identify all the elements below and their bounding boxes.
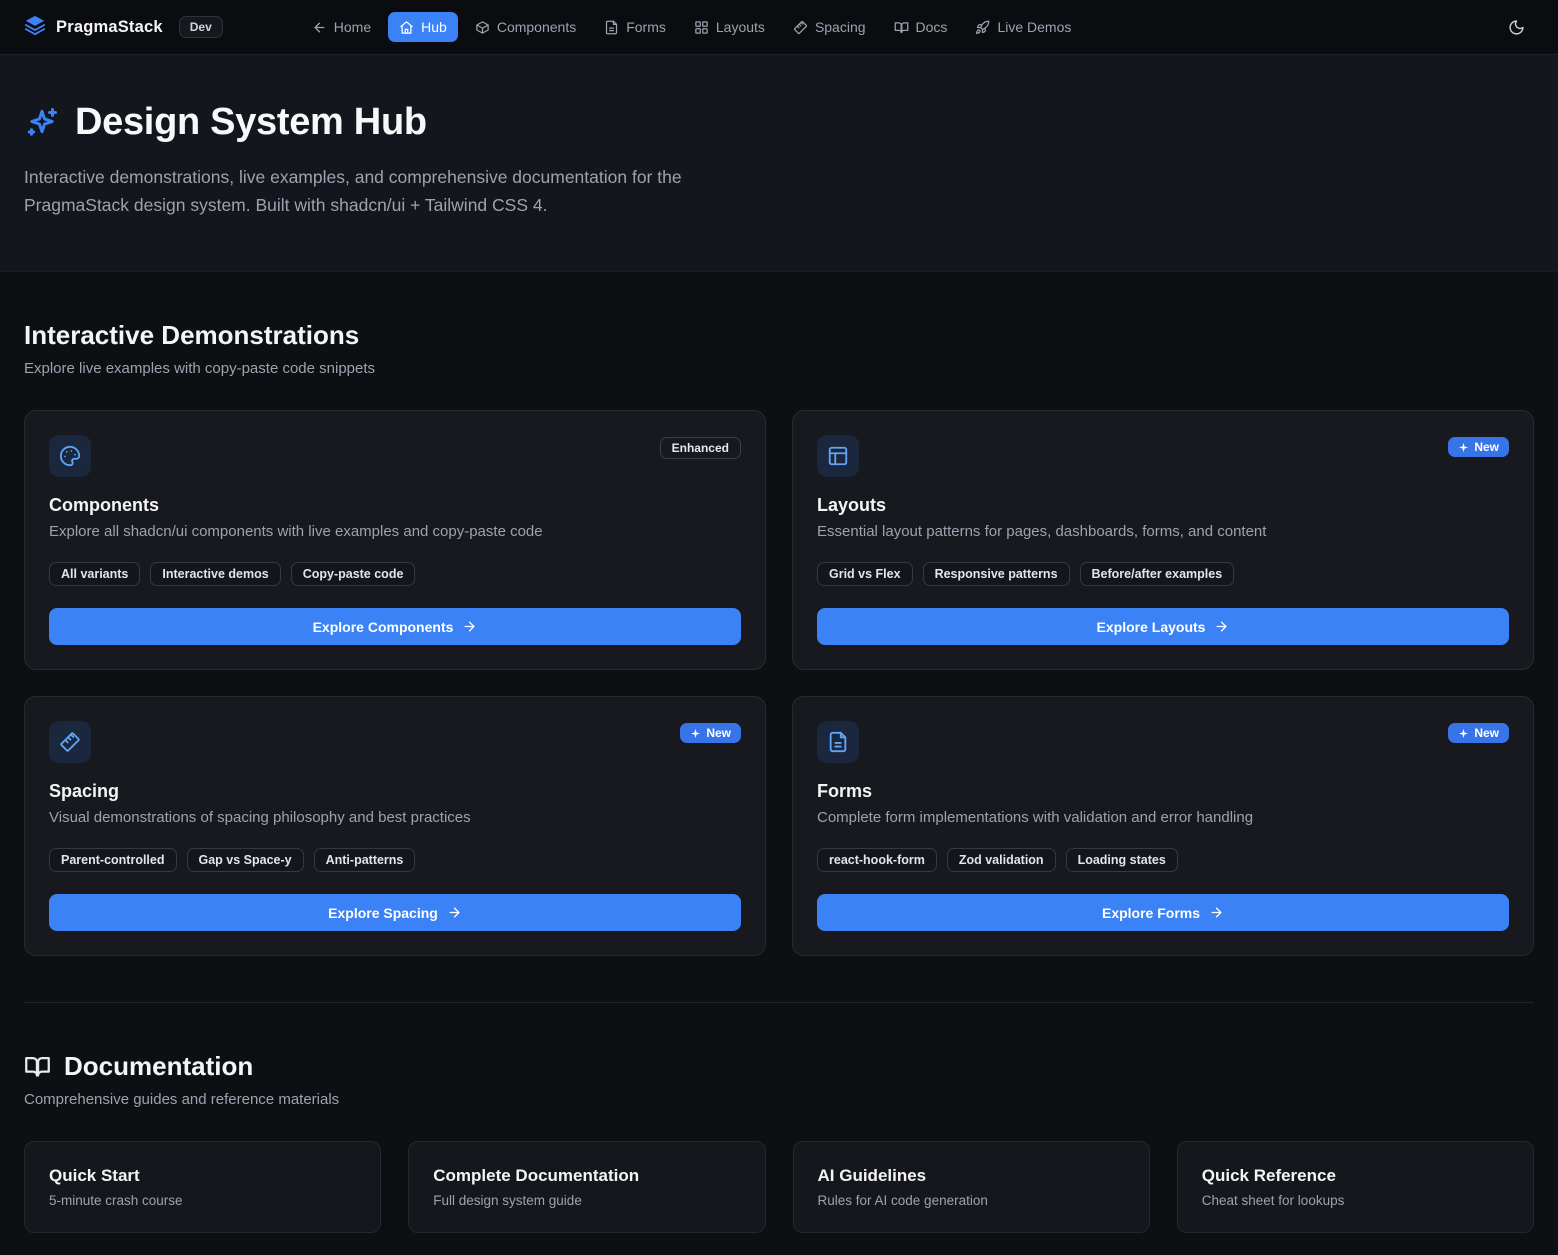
tag: react-hook-form xyxy=(817,848,937,872)
card-description: Visual demonstrations of spacing philoso… xyxy=(49,809,741,826)
new-badge: New xyxy=(1448,723,1509,743)
demo-card-forms: New Forms Complete form implementations … xyxy=(792,696,1534,956)
section-divider xyxy=(24,1002,1534,1003)
demo-card-components: Enhanced Components Explore all shadcn/u… xyxy=(24,410,766,670)
rocket-icon xyxy=(975,20,990,35)
box-icon xyxy=(475,20,490,35)
demos-section-subtitle: Explore live examples with copy-paste co… xyxy=(24,360,1534,377)
main-nav: Home Hub Components Forms Layouts Spacin… xyxy=(301,12,1083,42)
tag: Copy-paste code xyxy=(291,562,416,586)
explore-spacing-button[interactable]: Explore Spacing xyxy=(49,894,741,931)
tag: Loading states xyxy=(1066,848,1178,872)
demo-card-grid: Enhanced Components Explore all shadcn/u… xyxy=(24,410,1534,956)
card-title: Layouts xyxy=(817,495,1509,516)
tag: Before/after examples xyxy=(1080,562,1235,586)
tag: Zod validation xyxy=(947,848,1056,872)
card-title: Forms xyxy=(817,781,1509,802)
doc-card-description: Full design system guide xyxy=(433,1193,740,1208)
arrow-right-icon xyxy=(1209,905,1224,920)
file-text-icon xyxy=(604,20,619,35)
doc-card-description: 5-minute crash course xyxy=(49,1193,356,1208)
sparkle-icon xyxy=(1458,442,1469,453)
layers-logo-icon xyxy=(24,14,46,41)
theme-toggle-button[interactable] xyxy=(1498,9,1534,45)
nav-item-docs[interactable]: Docs xyxy=(883,12,959,42)
tag: Gap vs Space-y xyxy=(187,848,304,872)
doc-card-quick-reference[interactable]: Quick Reference Cheat sheet for lookups xyxy=(1177,1141,1534,1233)
ruler-icon xyxy=(49,721,91,763)
nav-item-spacing[interactable]: Spacing xyxy=(782,12,877,42)
nav-item-components[interactable]: Components xyxy=(464,12,587,42)
hero-section: Design System Hub Interactive demonstrat… xyxy=(0,55,1558,272)
card-description: Explore all shadcn/ui components with li… xyxy=(49,523,741,540)
demo-card-layouts: New Layouts Essential layout patterns fo… xyxy=(792,410,1534,670)
tag: Anti-patterns xyxy=(314,848,416,872)
tag-row: react-hook-form Zod validation Loading s… xyxy=(817,848,1509,872)
page-title: Design System Hub xyxy=(75,101,427,144)
sparkle-icon xyxy=(1458,728,1469,739)
page-subtitle: Interactive demonstrations, live example… xyxy=(24,164,772,219)
tag: Responsive patterns xyxy=(923,562,1070,586)
card-description: Essential layout patterns for pages, das… xyxy=(817,523,1509,540)
main-content: Interactive Demonstrations Explore live … xyxy=(0,320,1558,1255)
brand-name: PragmaStack xyxy=(56,18,163,37)
top-navbar: PragmaStack Dev Home Hub Components Form… xyxy=(0,0,1558,55)
new-badge: New xyxy=(1448,437,1509,457)
docs-section-title: Documentation xyxy=(64,1051,253,1082)
book-open-icon xyxy=(24,1053,51,1080)
nav-item-live-demos[interactable]: Live Demos xyxy=(964,12,1082,42)
ruler-icon xyxy=(793,20,808,35)
file-text-icon xyxy=(817,721,859,763)
nav-item-home[interactable]: Home xyxy=(301,12,382,42)
demo-card-spacing: New Spacing Visual demonstrations of spa… xyxy=(24,696,766,956)
demos-section-title: Interactive Demonstrations xyxy=(24,320,1534,351)
doc-card-title: Quick Reference xyxy=(1202,1166,1509,1186)
doc-card-description: Cheat sheet for lookups xyxy=(1202,1193,1509,1208)
tag-row: Parent-controlled Gap vs Space-y Anti-pa… xyxy=(49,848,741,872)
layout-icon xyxy=(817,435,859,477)
arrow-right-icon xyxy=(462,619,477,634)
explore-layouts-button[interactable]: Explore Layouts xyxy=(817,608,1509,645)
arrow-right-icon xyxy=(447,905,462,920)
arrow-right-icon xyxy=(1214,619,1229,634)
card-description: Complete form implementations with valid… xyxy=(817,809,1509,826)
tag: Interactive demos xyxy=(150,562,280,586)
nav-item-hub[interactable]: Hub xyxy=(388,12,458,42)
new-badge: New xyxy=(680,723,741,743)
doc-card-ai-guidelines[interactable]: AI Guidelines Rules for AI code generati… xyxy=(793,1141,1150,1233)
moon-icon xyxy=(1508,19,1525,36)
doc-card-complete-documentation[interactable]: Complete Documentation Full design syste… xyxy=(408,1141,765,1233)
docs-card-grid: Quick Start 5-minute crash course Comple… xyxy=(24,1141,1534,1233)
doc-card-title: AI Guidelines xyxy=(818,1166,1125,1186)
explore-forms-button[interactable]: Explore Forms xyxy=(817,894,1509,931)
docs-section-subtitle: Comprehensive guides and reference mater… xyxy=(24,1091,1534,1108)
layout-grid-icon xyxy=(694,20,709,35)
brand[interactable]: PragmaStack Dev xyxy=(24,14,223,41)
card-title: Components xyxy=(49,495,741,516)
sparkle-icon xyxy=(690,728,701,739)
tag-row: All variants Interactive demos Copy-past… xyxy=(49,562,741,586)
house-icon xyxy=(399,20,414,35)
tag-row: Grid vs Flex Responsive patterns Before/… xyxy=(817,562,1509,586)
status-badge: Enhanced xyxy=(660,437,741,459)
sparkles-icon xyxy=(24,105,60,141)
doc-card-description: Rules for AI code generation xyxy=(818,1193,1125,1208)
explore-components-button[interactable]: Explore Components xyxy=(49,608,741,645)
doc-card-quick-start[interactable]: Quick Start 5-minute crash course xyxy=(24,1141,381,1233)
arrow-left-icon xyxy=(312,20,327,35)
card-title: Spacing xyxy=(49,781,741,802)
doc-card-title: Complete Documentation xyxy=(433,1166,740,1186)
nav-item-layouts[interactable]: Layouts xyxy=(683,12,776,42)
book-icon xyxy=(894,20,909,35)
tag: Grid vs Flex xyxy=(817,562,913,586)
doc-card-title: Quick Start xyxy=(49,1166,356,1186)
palette-icon xyxy=(49,435,91,477)
nav-item-forms[interactable]: Forms xyxy=(593,12,677,42)
tag: All variants xyxy=(49,562,140,586)
tag: Parent-controlled xyxy=(49,848,177,872)
env-badge: Dev xyxy=(179,16,223,38)
